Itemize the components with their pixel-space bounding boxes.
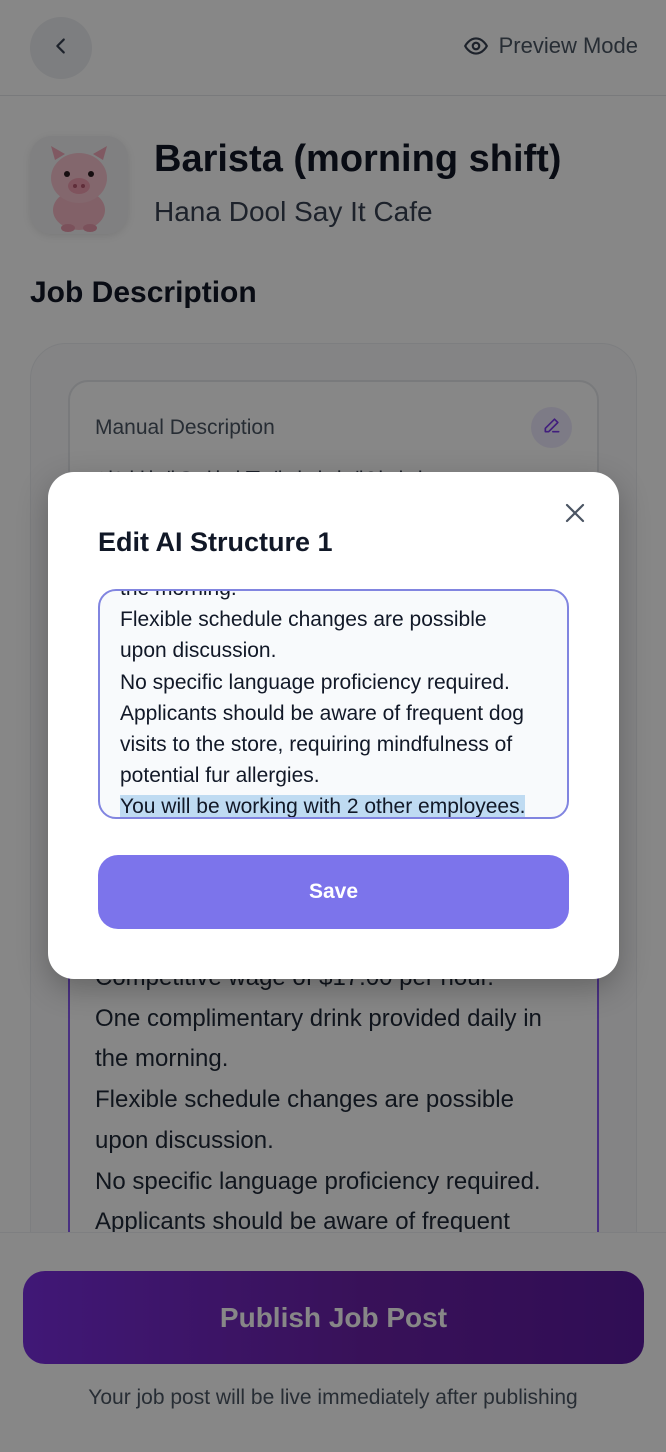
textarea-line: upon discussion. bbox=[120, 639, 277, 663]
modal-title: Edit AI Structure 1 bbox=[98, 527, 333, 557]
textarea-line: Applicants should be aware of frequent d… bbox=[120, 701, 524, 725]
textarea-line: Flexible schedule changes are possible bbox=[120, 608, 487, 632]
textarea-content: the morning. Flexible schedule changes a… bbox=[120, 591, 560, 819]
selected-text: You will be working with 2 other employe… bbox=[120, 795, 526, 819]
save-button[interactable]: Save bbox=[98, 855, 569, 929]
textarea-line: the morning. bbox=[120, 591, 560, 604]
textarea-line: potential fur allergies. bbox=[120, 764, 320, 788]
ai-structure-textarea[interactable]: the morning. Flexible schedule changes a… bbox=[98, 589, 569, 819]
textarea-line: visits to the store, requiring mindfulne… bbox=[120, 733, 513, 757]
close-button[interactable] bbox=[558, 498, 592, 532]
close-icon bbox=[563, 501, 587, 530]
edit-ai-structure-modal: Edit AI Structure 1 the morning. Flexibl… bbox=[48, 472, 619, 979]
textarea-line: No specific language proficiency require… bbox=[120, 670, 510, 694]
selected-text-line: You will be working with 2 other employe… bbox=[120, 791, 560, 819]
